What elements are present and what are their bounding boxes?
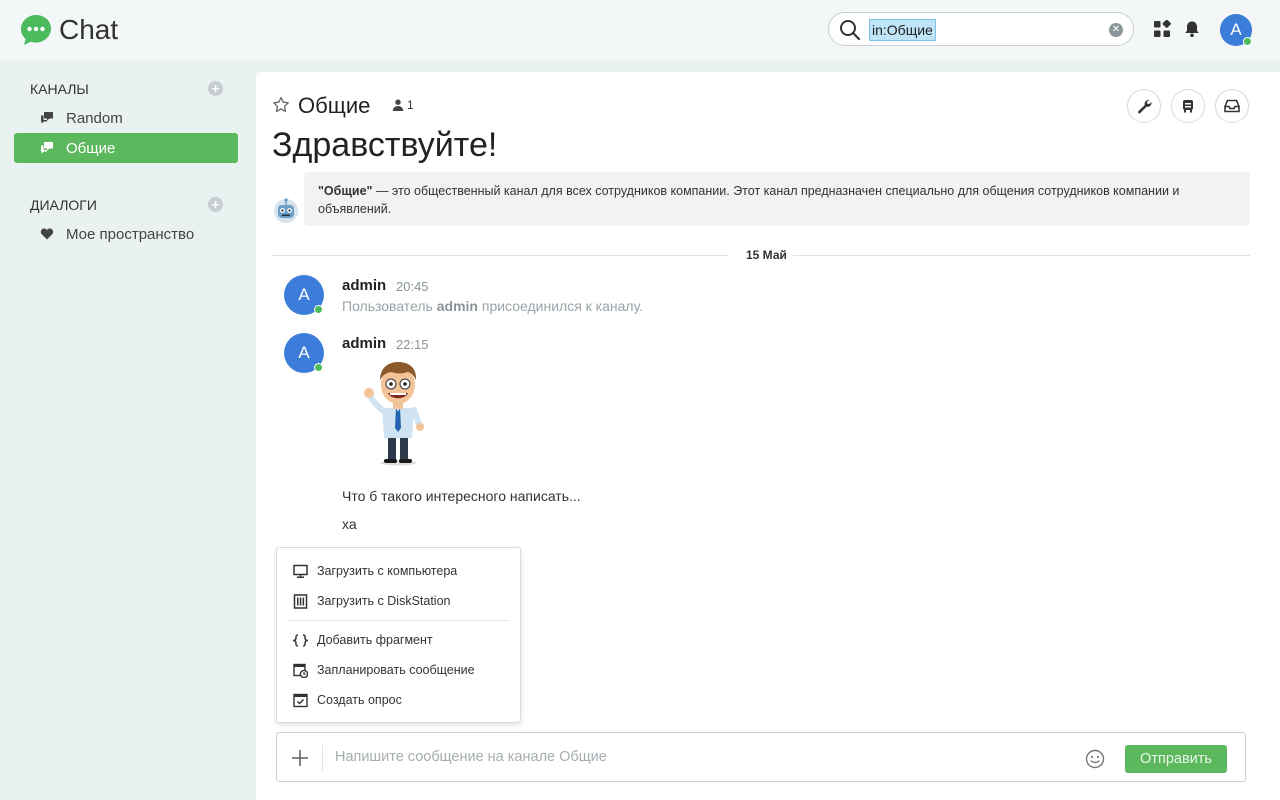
members-count-value: 1 bbox=[407, 98, 414, 112]
waving-man-sticker[interactable] bbox=[362, 360, 434, 466]
description-channel-name: "Общие" bbox=[318, 184, 373, 198]
message-text: ха bbox=[342, 516, 357, 532]
channels-section-title: КАНАЛЫ bbox=[30, 81, 89, 97]
menu-item-create-poll[interactable]: Создать опрос bbox=[277, 685, 520, 715]
add-dialog-button[interactable]: + bbox=[208, 197, 223, 212]
search-icon bbox=[840, 20, 861, 41]
sidebar-item-my-space[interactable]: Мое пространство bbox=[14, 219, 238, 249]
sidebar-item-random[interactable]: Random bbox=[14, 103, 238, 133]
star-icon[interactable] bbox=[272, 96, 290, 114]
chat-logo-icon bbox=[21, 15, 51, 45]
online-status-dot bbox=[1243, 37, 1252, 46]
message-author[interactable]: admin bbox=[342, 335, 386, 352]
online-status-dot bbox=[314, 305, 323, 314]
heart-icon bbox=[40, 228, 54, 240]
menu-item-add-snippet[interactable]: Добавить фрагмент bbox=[277, 625, 520, 655]
schedule-icon bbox=[293, 663, 308, 678]
sidebar-item-obshchie[interactable]: Общие bbox=[14, 133, 238, 163]
menu-item-label: Добавить фрагмент bbox=[317, 633, 433, 647]
attach-plus-icon[interactable] bbox=[291, 749, 309, 767]
message-composer: Напишите сообщение на канале Общие Отпра… bbox=[276, 732, 1246, 782]
menu-item-label: Запланировать сообщение bbox=[317, 663, 475, 677]
message-text: Что б такого интересного написать... bbox=[342, 488, 581, 504]
emoji-icon[interactable] bbox=[1085, 749, 1105, 769]
composer-divider bbox=[322, 745, 323, 771]
add-channel-button[interactable]: + bbox=[208, 81, 223, 96]
apps-grid-icon[interactable] bbox=[1153, 20, 1171, 38]
channel-title: Общие bbox=[298, 93, 371, 118]
menu-item-label: Загрузить с компьютера bbox=[317, 564, 458, 578]
members-count[interactable]: 1 bbox=[392, 98, 414, 112]
person-icon bbox=[392, 99, 404, 111]
send-button[interactable]: Отправить bbox=[1125, 745, 1227, 773]
bot-button[interactable] bbox=[1171, 89, 1205, 123]
inbox-button[interactable] bbox=[1215, 89, 1249, 123]
channel-settings-button[interactable] bbox=[1127, 89, 1161, 123]
message-author[interactable]: admin bbox=[342, 277, 386, 294]
nas-icon bbox=[293, 593, 308, 609]
menu-item-schedule-message[interactable]: Запланировать сообщение bbox=[277, 655, 520, 685]
chat-bubbles-icon bbox=[41, 112, 53, 124]
message-time: 22:15 bbox=[396, 337, 429, 352]
clear-search-icon[interactable]: ✕ bbox=[1109, 23, 1123, 37]
app-title: Chat bbox=[59, 14, 119, 45]
robot-avatar-icon bbox=[274, 198, 298, 223]
search-box[interactable]: in:Общие ✕ bbox=[828, 12, 1134, 46]
welcome-heading: Здравствуйте! bbox=[272, 126, 498, 164]
wrench-icon bbox=[1138, 100, 1152, 114]
sidebar-item-label: Random bbox=[66, 109, 123, 127]
top-bar: Chat in:Общие ✕ A bbox=[0, 0, 1280, 60]
description-text: — это общественный канал для всех сотруд… bbox=[318, 184, 1180, 216]
system-message: Пользователь admin присоединился к канал… bbox=[342, 298, 644, 314]
message-time: 20:45 bbox=[396, 279, 429, 294]
sidebar-item-label: Общие bbox=[66, 139, 116, 157]
message-input[interactable]: Напишите сообщение на канале Общие bbox=[335, 749, 607, 765]
attach-menu: Загрузить с компьютера Загрузить с DiskS… bbox=[276, 547, 521, 723]
channel-description: "Общие" — это общественный канал для все… bbox=[304, 172, 1250, 226]
bell-icon[interactable] bbox=[1183, 20, 1201, 38]
sidebar: КАНАЛЫ + Random Общие ДИАЛОГИ + Мое прос… bbox=[0, 60, 256, 800]
search-input[interactable]: in:Общие bbox=[869, 19, 936, 41]
menu-item-label: Создать опрос bbox=[317, 693, 402, 707]
dialogs-section-title: ДИАЛОГИ bbox=[30, 197, 97, 213]
monitor-icon bbox=[293, 564, 308, 578]
date-label: 15 Май bbox=[746, 248, 787, 262]
menu-divider bbox=[289, 620, 509, 621]
code-braces-icon bbox=[293, 633, 308, 647]
bot-icon bbox=[1183, 100, 1193, 113]
menu-item-label: Загрузить с DiskStation bbox=[317, 594, 451, 608]
menu-item-upload-computer[interactable]: Загрузить с компьютера bbox=[277, 556, 520, 586]
poll-icon bbox=[293, 693, 308, 707]
date-separator: 15 Май bbox=[272, 248, 1250, 262]
sidebar-item-label: Мое пространство bbox=[66, 225, 195, 243]
app-logo[interactable]: Chat bbox=[20, 14, 118, 46]
menu-item-upload-diskstation[interactable]: Загрузить с DiskStation bbox=[277, 586, 520, 616]
chat-bubbles-icon bbox=[41, 142, 53, 154]
inbox-icon bbox=[1224, 99, 1240, 113]
online-status-dot bbox=[314, 363, 323, 372]
